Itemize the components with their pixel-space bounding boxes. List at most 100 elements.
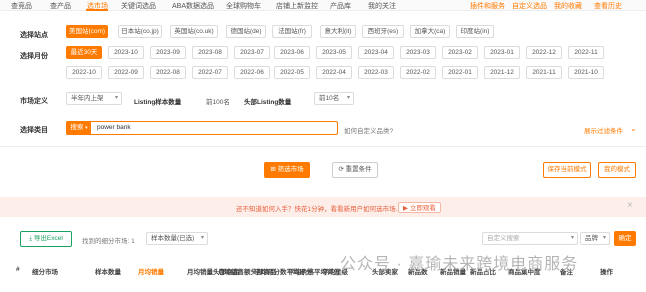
table-header-cell[interactable]: 操作 (600, 266, 613, 276)
nav-item-2[interactable]: 查产品 (50, 1, 71, 11)
chevron-down-icon[interactable]: ⌄ (630, 124, 637, 133)
table-header-cell[interactable]: 月均销量 (138, 266, 164, 276)
market-def-label: 市场定义 (20, 98, 48, 105)
watch-video-button[interactable]: ▶ 立即观看 (398, 202, 441, 213)
month-chip-row1-6[interactable]: 2023-06 (274, 46, 310, 59)
chevron-down-icon: ▾ (602, 235, 606, 241)
close-icon[interactable]: × (627, 200, 633, 211)
month-chip-row2-10[interactable]: 2022-01 (442, 66, 478, 79)
month-chip-row2-2[interactable]: 2022-09 (108, 66, 144, 79)
chevron-down-icon: ▾ (346, 95, 350, 101)
nav-active-indicator (86, 9, 108, 11)
month-chip-row1-1[interactable]: 最近30天 (66, 46, 102, 59)
month-chip-row2-11[interactable]: 2021-12 (484, 66, 520, 79)
site-chip-7[interactable]: 西班牙(es) (362, 25, 404, 38)
table-header-cell[interactable]: # (16, 266, 20, 273)
nav-right-link-4[interactable]: 查看历史 (594, 1, 622, 11)
category-search-input[interactable]: power bank (97, 122, 131, 134)
month-chip-row2-8[interactable]: 2022-03 (358, 66, 394, 79)
nav-item-6[interactable]: 全球购物车 (226, 1, 261, 11)
month-chip-row1-4[interactable]: 2023-08 (192, 46, 228, 59)
month-chip-row2-1[interactable]: 2022-10 (66, 66, 102, 79)
nav-item-9[interactable]: 我的关注 (368, 1, 396, 11)
nav-item-7[interactable]: 店铺上新监控 (276, 1, 318, 11)
nav-right-link-1[interactable]: 插件和服务 (470, 1, 505, 11)
download-icon: ⤓ (29, 235, 33, 242)
field-select-value: 品牌 (585, 235, 598, 242)
month-chip-row1-10[interactable]: 2023-02 (442, 46, 478, 59)
nav-item-8[interactable]: 产品库 (330, 1, 351, 11)
chevron-down-icon: ▾ (85, 125, 88, 131)
listing-time-select[interactable]: 半年内上架 ▾ (66, 92, 122, 105)
field-select[interactable]: 品牌 ▾ (580, 232, 610, 245)
my-mode-button[interactable]: 我的模式 (598, 162, 636, 178)
site-label: 选择站点 (20, 32, 48, 39)
month-chip-row1-9[interactable]: 2023-03 (400, 46, 436, 59)
filter-market-button[interactable]: ⊞ 筛选市场 (264, 162, 310, 178)
video-icon: ▶ (403, 205, 408, 212)
site-chip-8[interactable]: 加拿大(ca) (410, 25, 450, 38)
nav-item-4[interactable]: 关键词选品 (121, 1, 156, 11)
table-header-cell[interactable]: 细分市场 (32, 266, 58, 276)
month-chip-row1-7[interactable]: 2023-05 (316, 46, 352, 59)
nav-item-5[interactable]: ABA数据选品 (172, 1, 214, 11)
expand-filters-link[interactable]: 展示过滤条件 (584, 125, 623, 135)
site-chip-9[interactable]: 印度站(in) (456, 25, 494, 38)
month-chip-row2-12[interactable]: 2021-11 (526, 66, 562, 79)
site-chip-3[interactable]: 英国站(co.uk) (170, 25, 218, 38)
divider (0, 146, 646, 147)
head-listing-value: 前10名 (319, 95, 340, 102)
custom-category-link[interactable]: 如何自定义品类? (344, 125, 393, 135)
export-excel-button[interactable]: ⤓ 导出Excel (20, 231, 72, 247)
filter-icon: ⊞ (270, 166, 276, 173)
nav-item-1[interactable]: 查竞品 (11, 1, 32, 11)
site-chip-6[interactable]: 意大利(it) (320, 25, 356, 38)
save-mode-button[interactable]: 保存当前模式 (543, 162, 591, 178)
site-chip-5[interactable]: 法国站(fr) (272, 25, 312, 38)
site-chip-1[interactable]: 美国站(com) (66, 25, 108, 38)
month-chip-row1-8[interactable]: 2023-04 (358, 46, 394, 59)
sort-select[interactable]: 样本数量(已选) ▾ (146, 232, 208, 245)
chevron-down-icon: ▾ (570, 235, 574, 241)
sort-select-value: 样本数量(已选) (151, 235, 195, 242)
nav-right-link-3[interactable]: 我的收藏 (554, 1, 582, 11)
month-chip-row1-5[interactable]: 2023-07 (234, 46, 270, 59)
month-chip-row1-13[interactable]: 2022-11 (568, 46, 604, 59)
custom-search-select[interactable]: 自定义搜索 ▾ (482, 232, 578, 245)
month-chip-row2-6[interactable]: 2022-05 (274, 66, 310, 79)
listing-time-value: 半年内上架 (71, 95, 104, 102)
table-header-cell[interactable]: 样本数量 (95, 266, 121, 276)
site-chip-4[interactable]: 德国站(de) (226, 25, 266, 38)
confirm-button[interactable]: 确定 (614, 231, 636, 246)
month-chip-row2-13[interactable]: 2021-10 (568, 66, 604, 79)
month-label: 选择月份 (20, 53, 48, 60)
month-chip-row2-7[interactable]: 2022-04 (316, 66, 352, 79)
nav-right-link-2[interactable]: 自定义选品 (512, 1, 547, 11)
month-chip-row2-3[interactable]: 2022-08 (150, 66, 186, 79)
reset-button[interactable]: ⟳ 重置条件 (332, 162, 378, 178)
month-chip-row1-12[interactable]: 2022-12 (526, 46, 562, 59)
chevron-down-icon: ▾ (114, 95, 118, 101)
watch-video-label: 立即观看 (409, 205, 436, 212)
month-chip-row2-4[interactable]: 2022-07 (192, 66, 228, 79)
sample-count-value: 前100名 (206, 99, 230, 106)
month-chip-row1-11[interactable]: 2023-01 (484, 46, 520, 59)
site-chip-2[interactable]: 日本站(co.jp) (118, 25, 162, 38)
reset-label: 重置条件 (345, 166, 372, 173)
export-excel-label: 导出Excel (33, 235, 63, 242)
month-chip-row1-2[interactable]: 2023-10 (108, 46, 144, 59)
top-nav: 查竞品 查产品 选市场 关键词选品 ABA数据选品 全球购物车 店铺上新监控 产… (0, 0, 646, 11)
sample-count-label: Listing样本数量 (134, 99, 182, 106)
category-search-tag-label: 搜索 (70, 124, 84, 131)
month-chip-row2-9[interactable]: 2022-02 (400, 66, 436, 79)
month-chip-row2-5[interactable]: 2022-06 (234, 66, 270, 79)
head-listing-label: 头部Listing数量 (244, 99, 292, 106)
filter-market-label: 筛选市场 (277, 166, 304, 173)
category-label: 选择类目 (20, 127, 48, 134)
category-search-box[interactable]: 搜索 ▾ power bank (66, 121, 338, 135)
category-search-tag[interactable]: 搜索 ▾ (67, 122, 91, 134)
notice-text: 还不知道如何入手？快花1分钟，看看新用户如何选市场… (236, 206, 403, 213)
head-listing-select[interactable]: 前10名 ▾ (314, 92, 354, 105)
result-count: 找到的细分市场: 1 (82, 238, 135, 245)
month-chip-row1-3[interactable]: 2023-09 (150, 46, 186, 59)
